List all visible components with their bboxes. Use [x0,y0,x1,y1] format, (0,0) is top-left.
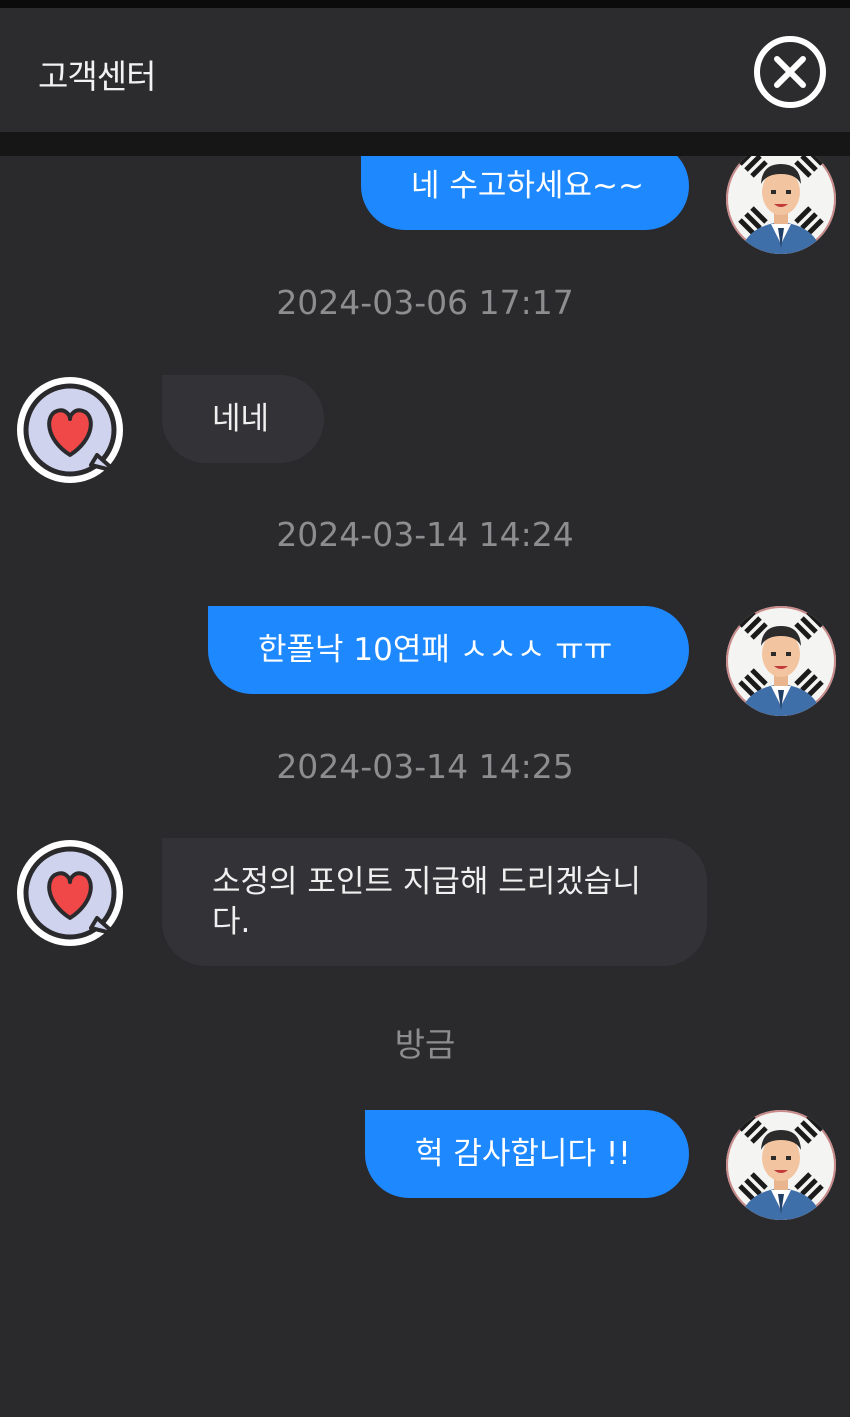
chat-message-list[interactable]: 네 수고하세요~~ 2024-03-06 17:17 네네 2024-03-14… [0,156,850,1417]
agent-avatar-icon[interactable] [15,838,125,948]
status-bar-strip [0,0,850,8]
message-text: 소정의 포인트 지급해 드리겠습니다. [212,864,641,940]
close-icon[interactable] [752,34,828,110]
incoming-message-bubble: 네네 [162,375,324,463]
header-title: 고객센터 [38,57,156,96]
outgoing-message-bubble: 네 수고하세요~~ [361,156,689,230]
message-text: 네 수고하세요~~ [411,168,644,204]
outgoing-message-bubble: 한폴낙 10연패 ㅅㅅㅅ ㅠㅠ [208,606,689,694]
incoming-message-bubble: 소정의 포인트 지급해 드리겠습니다. [162,838,707,966]
header-divider [0,132,850,156]
message-timestamp: 2024-03-06 17:17 [276,283,574,322]
message-text: 헉 감사합니다 !! [415,1136,631,1172]
message-text: 네네 [212,401,270,437]
outgoing-message-bubble: 헉 감사합니다 !! [365,1110,689,1198]
message-timestamp: 2024-03-14 14:24 [276,515,574,554]
message-text: 한폴낙 10연패 ㅅㅅㅅ ㅠㅠ [258,632,613,668]
message-timestamp: 2024-03-14 14:25 [276,747,574,786]
user-avatar-icon[interactable] [726,606,836,716]
chat-header: 고객센터 [0,8,850,132]
agent-avatar-icon[interactable] [15,375,125,485]
user-avatar-icon[interactable] [726,156,836,254]
message-timestamp: 방금 [394,1025,456,1064]
user-avatar-icon[interactable] [726,1110,836,1220]
